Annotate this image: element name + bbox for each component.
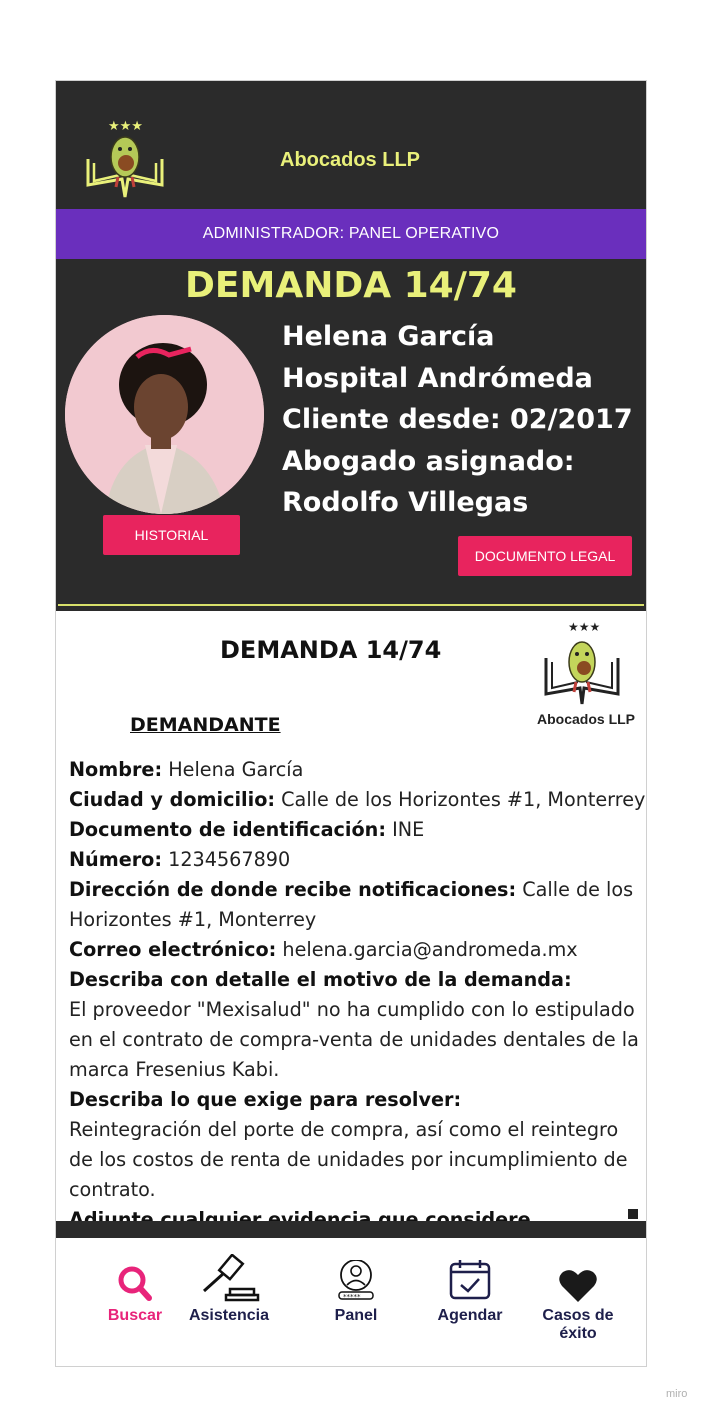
client-since: Cliente desde: 02/2017: [282, 404, 633, 435]
scroll-edge: [56, 1221, 646, 1238]
svg-text:★★★: ★★★: [108, 119, 143, 134]
history-button[interactable]: HISTORIAL: [103, 515, 240, 555]
admin-bar: ADMINISTRADOR: PANEL OPERATIVO: [56, 209, 646, 259]
document-brand: Abocados LLP: [537, 711, 636, 727]
field-name: Nombre: Helena García: [69, 758, 304, 781]
nav-label-agendar: Agendar: [437, 1307, 503, 1324]
user-panel-icon: *****: [338, 1260, 374, 1301]
legal-document-button[interactable]: DOCUMENTO LEGAL: [458, 536, 632, 576]
nav-label-panel: Panel: [334, 1307, 378, 1324]
case-title: DEMANDA 14/74: [185, 265, 517, 306]
section-demandante: DEMANDANTE: [130, 714, 281, 736]
svg-text:*****: *****: [343, 1293, 361, 1301]
nav-label-asistencia: Asistencia: [188, 1307, 270, 1324]
header-panel: ★★★ Abocados LLP ADMINISTRADOR: PANEL OP…: [56, 81, 646, 611]
header-divider: [58, 604, 644, 606]
field-notifications: Dirección de donde recibe notificaciones…: [69, 878, 634, 931]
field-demand-value: Reintegración del porte de compra, así c…: [69, 1118, 628, 1201]
svg-text:★★★: ★★★: [568, 620, 600, 634]
scrollbar-thumb[interactable]: [628, 1209, 638, 1219]
client-name: Helena García: [282, 321, 495, 352]
nav-label-casos-exito: Casos de éxito: [542, 1307, 614, 1342]
field-reason-value: El proveedor "Mexisalud" no ha cumplido …: [69, 998, 639, 1081]
document-logo: ★★★: [544, 620, 620, 705]
nav-agendar[interactable]: Agendar: [415, 1238, 525, 1338]
heart-icon: [559, 1270, 597, 1302]
field-demand-label: Describa lo que exige para resolver:: [69, 1088, 462, 1111]
field-city: Ciudad y domicilio: Calle de los Horizon…: [69, 788, 646, 811]
miro-watermark: miro: [666, 1388, 688, 1400]
nav-asistencia[interactable]: Asistencia: [174, 1238, 284, 1338]
client-avatar: [65, 315, 264, 514]
brand-name: Abocados LLP: [280, 149, 421, 171]
client-hospital: Hospital Andrómeda: [282, 362, 593, 394]
assigned-lawyer-label: Abogado asignado:: [282, 445, 575, 477]
nav-panel[interactable]: ***** Panel: [301, 1238, 411, 1338]
field-number: Número: 1234567890: [69, 848, 291, 871]
gavel-icon: [202, 1254, 260, 1302]
assigned-lawyer-name: Rodolfo Villegas: [282, 487, 529, 518]
document-title: DEMANDA 14/74: [220, 636, 442, 664]
avocado-logo: ★★★: [86, 119, 164, 198]
app-frame: ★★★ Abocados LLP ADMINISTRADOR: PANEL OP…: [55, 80, 647, 1367]
calendar-check-icon: [449, 1260, 491, 1300]
client-photo: [65, 315, 264, 514]
nav-casos-exito[interactable]: Casos de éxito: [523, 1238, 633, 1342]
bottom-nav: Buscar Asistencia ***** Panel Agendar Ca…: [56, 1238, 646, 1366]
field-reason-label: Describa con detalle el motivo de la dem…: [69, 968, 572, 991]
client-info: Helena García Hospital Andrómeda Cliente…: [282, 316, 633, 524]
field-id-document: Documento de identificación: INE: [69, 818, 425, 841]
document-body: Nombre: Helena García Ciudad y domicilio…: [69, 755, 646, 1265]
field-email: Correo electrónico: helena.garcia@androm…: [69, 938, 578, 961]
